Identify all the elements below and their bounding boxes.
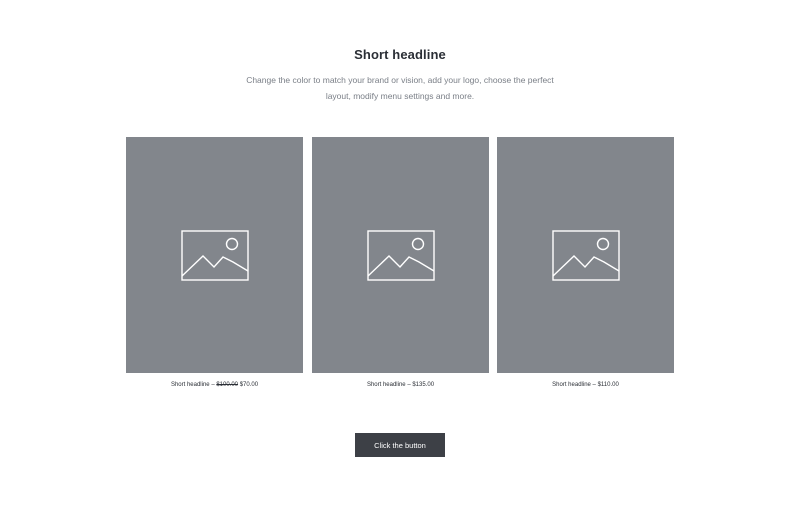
product-caption: Short headline – $110.00 xyxy=(497,382,674,388)
product-price: $70.00 xyxy=(239,382,259,388)
caption-separator: – xyxy=(407,382,411,388)
product-original-price: $100.00 xyxy=(216,382,239,388)
product-price: $135.00 xyxy=(412,382,435,388)
caption-separator: – xyxy=(592,382,596,388)
section-subtext: Change the color to match your brand or … xyxy=(246,75,554,101)
product-image[interactable] xyxy=(312,137,489,373)
product-section: Short headline Change the color to match… xyxy=(0,0,800,510)
caption-separator: – xyxy=(211,382,215,388)
product-caption: Short headline – $100.00 $70.00 xyxy=(126,382,303,388)
product-image[interactable] xyxy=(497,137,674,373)
image-placeholder-icon xyxy=(551,229,620,281)
product-card[interactable]: Short headline – $110.00 xyxy=(497,137,674,388)
product-name: Short headline xyxy=(552,382,591,388)
product-name: Short headline xyxy=(170,382,210,388)
product-card[interactable]: Short headline – $100.00 $70.00 xyxy=(126,137,303,388)
image-placeholder-icon xyxy=(180,229,249,281)
product-price: $110.00 xyxy=(597,382,619,388)
section-headline: Short headline xyxy=(354,47,446,62)
image-placeholder-icon xyxy=(366,229,435,281)
product-caption: Short headline – $135.00 xyxy=(312,382,489,388)
product-image[interactable] xyxy=(126,137,303,373)
product-name: Short headline xyxy=(366,382,406,388)
product-card[interactable]: Short headline – $135.00 xyxy=(312,137,489,388)
click-the-button[interactable]: Click the button xyxy=(355,433,445,457)
